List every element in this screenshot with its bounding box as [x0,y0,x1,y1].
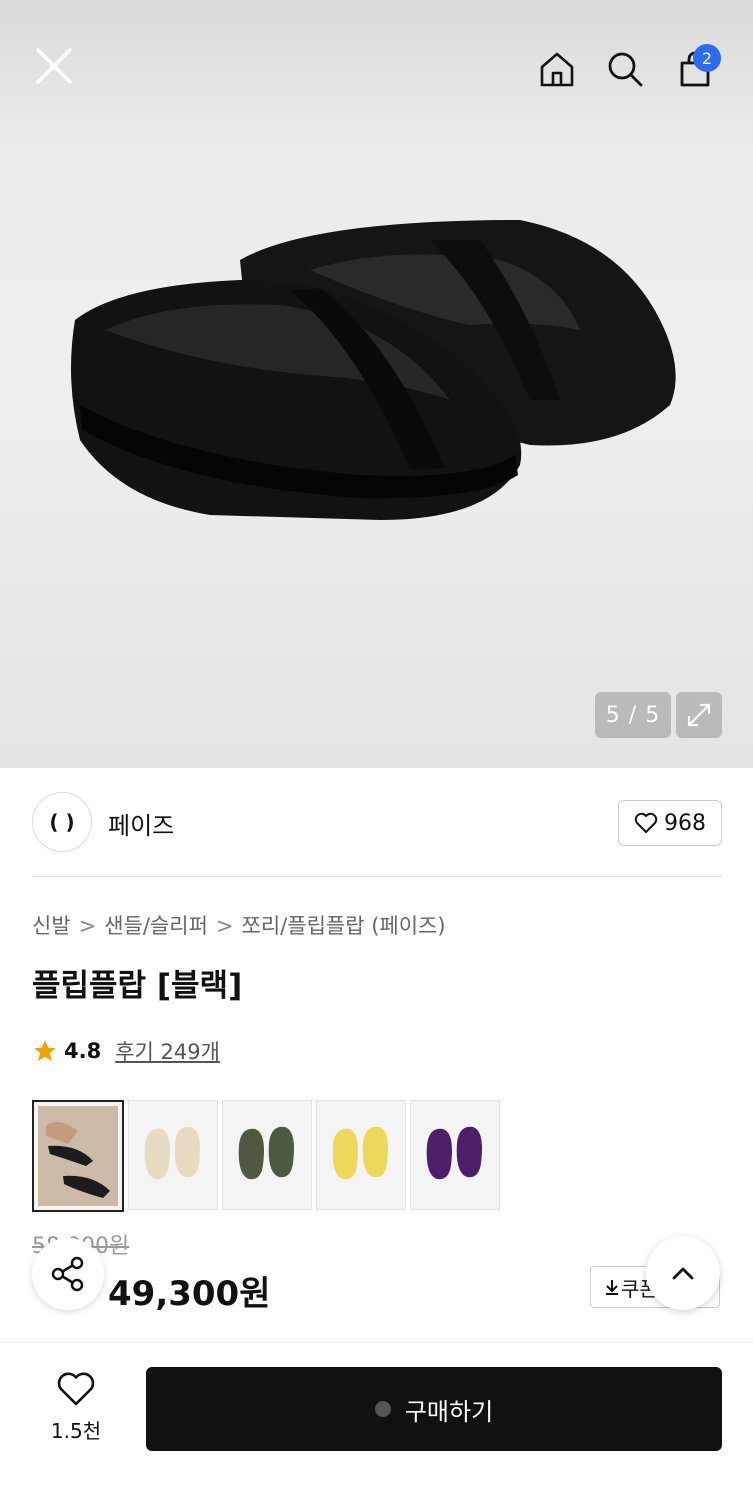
star-icon [34,1040,56,1062]
sandal-thumbnail [38,1106,118,1206]
swatch-beige[interactable] [128,1100,218,1210]
swatch-purple[interactable] [410,1100,500,1210]
heart-icon [57,1372,95,1406]
color-swatches [32,1100,500,1212]
sandal-thumbnail [144,1126,200,1180]
heart-icon [634,812,658,833]
brand-like-count: 968 [664,810,706,836]
breadcrumb-item[interactable]: 샌들/슬리퍼 [104,914,208,938]
favorite-button[interactable]: 1.5천 [36,1371,116,1444]
bottom-action-bar: 1.5천 구매하기 [0,1342,753,1501]
rating-row: 4.8 후기 249개 [32,1036,220,1066]
buy-button[interactable]: 구매하기 [146,1367,722,1451]
rating-score: 4.8 [64,1039,102,1063]
chevron-up-icon [672,1267,694,1280]
brand-row[interactable]: ( ) 페이즈 968 [32,792,722,854]
search-icon [608,52,643,87]
search-button[interactable] [600,44,650,94]
chevron-right-icon: > [78,914,97,938]
product-image [71,220,676,520]
divider [32,876,722,877]
sandal-thumbnail [238,1126,294,1180]
loading-dot [374,1401,391,1417]
swatch-black[interactable] [32,1100,124,1212]
sale-price: 49,300원 [108,1274,271,1314]
close-button[interactable] [28,40,80,92]
swatch-khaki[interactable] [222,1100,312,1210]
brand-like-button[interactable]: 968 [618,800,722,846]
breadcrumb: 신발 > 샌들/슬리퍼 > 쪼리/플립플랍 (페이즈) [32,910,446,940]
breadcrumb-item[interactable]: 쪼리/플립플랍 (페이즈) [242,914,446,938]
buy-label: 구매하기 [404,1397,494,1426]
expand-button[interactable] [676,692,722,738]
share-button[interactable] [32,1238,104,1310]
chevron-right-icon: > [215,914,234,938]
brand-logo[interactable]: ( ) [32,792,92,852]
share-icon [51,1256,84,1292]
brand-name[interactable]: 페이즈 [108,806,174,841]
product-title: 플립플랍 [블랙] [32,968,243,1004]
home-button[interactable] [532,44,582,94]
product-gallery[interactable]: 2 5 / 5 [0,0,753,768]
review-link[interactable]: 후기 249개 [115,1036,220,1066]
download-icon [606,1280,618,1295]
close-icon [36,48,72,84]
favorite-count: 1.5천 [50,1419,102,1443]
image-counter: 5 / 5 [595,692,671,738]
sandal-thumbnail [426,1126,482,1180]
cart-count-badge: 2 [693,44,721,72]
swatch-yellow[interactable] [316,1100,406,1210]
scroll-top-button[interactable] [646,1236,720,1310]
breadcrumb-item[interactable]: 신발 [32,914,71,938]
expand-icon [687,703,711,727]
sandal-thumbnail [332,1126,388,1180]
home-icon [540,52,574,87]
